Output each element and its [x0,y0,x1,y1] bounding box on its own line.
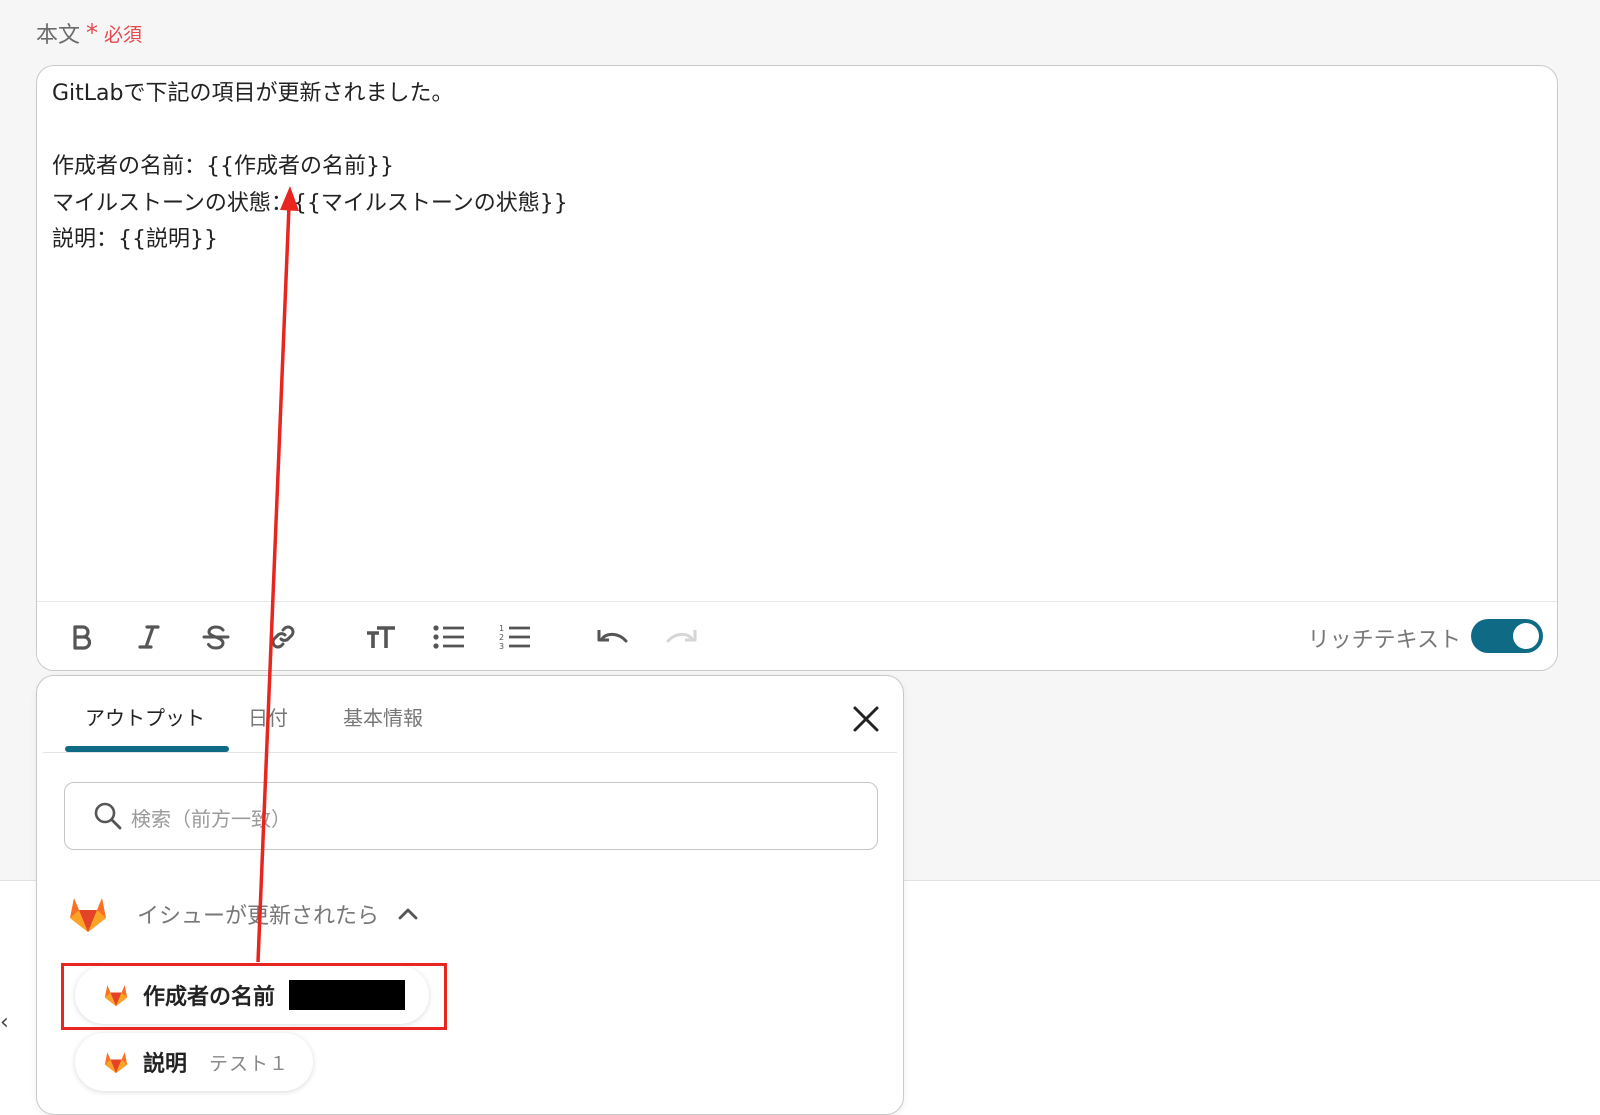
gitlab-icon [104,1052,128,1074]
active-tab-indicator [65,746,229,752]
link-icon[interactable] [263,617,303,657]
italic-icon[interactable] [129,617,169,657]
editor-line: GitLabで下記の項目が更新されました。 [52,81,454,106]
output-item-value: テスト１ [209,1052,290,1075]
svg-text:1: 1 [499,624,504,633]
output-item-description[interactable]: 説明 テスト１ [75,1033,314,1091]
annotation-highlight-box [61,963,447,1030]
edge-chevron-icon: ‹ [0,1010,9,1035]
rich-text-toggle[interactable] [1471,619,1543,653]
svg-text:2: 2 [499,633,504,642]
picker-tabs: アウトプット 日付 基本情報 [43,676,897,753]
text-size-icon[interactable] [361,617,401,657]
trigger-group-header[interactable]: イシューが更新されたら [67,894,419,934]
body-editor[interactable]: GitLabで下記の項目が更新されました。 作成者の名前：{{作成者の名前}} … [36,65,1558,671]
search-placeholder: 検索（前方一致） [131,807,291,831]
tab-basic-info[interactable]: 基本情報 [343,702,423,731]
bold-icon[interactable] [62,617,102,657]
gitlab-icon [70,898,106,932]
tab-output[interactable]: アウトプット [85,702,205,731]
toggle-knob [1513,623,1539,649]
svg-text:3: 3 [499,642,504,651]
redo-icon[interactable] [661,617,701,657]
field-label-text: 本文 [36,23,81,48]
editor-line: 説明：{{説明}} [52,227,218,252]
body-field-label: 本文 * 必須 [36,17,142,49]
required-text: 必須 [104,23,143,46]
output-item-name: 説明 [143,1052,188,1077]
strikethrough-icon[interactable] [196,617,236,657]
tab-date[interactable]: 日付 [248,702,288,731]
variable-picker-panel: アウトプット 日付 基本情報 検索（前方一致） イシューが更新されたら 作成者の… [36,675,904,1115]
close-icon[interactable] [851,704,881,734]
trigger-group-label: イシューが更新されたら [137,904,380,929]
editor-toolbar: 123 リッチテキスト [37,601,1557,670]
numbered-list-icon[interactable]: 123 [495,617,535,657]
rich-text-label: リッチテキスト [1307,628,1461,653]
undo-icon[interactable] [593,617,633,657]
editor-line: 作成者の名前：{{作成者の名前}} [52,154,394,179]
editor-line: マイルストーンの状態：{{マイルストーンの状態}} [52,190,568,216]
editor-content[interactable]: GitLabで下記の項目が更新されました。 作成者の名前：{{作成者の名前}} … [52,76,1537,259]
search-input[interactable]: 検索（前方一致） [64,782,878,850]
bullet-list-icon[interactable] [429,617,469,657]
chevron-up-icon[interactable] [397,906,419,922]
search-icon [94,802,122,830]
required-star: * [86,19,99,47]
